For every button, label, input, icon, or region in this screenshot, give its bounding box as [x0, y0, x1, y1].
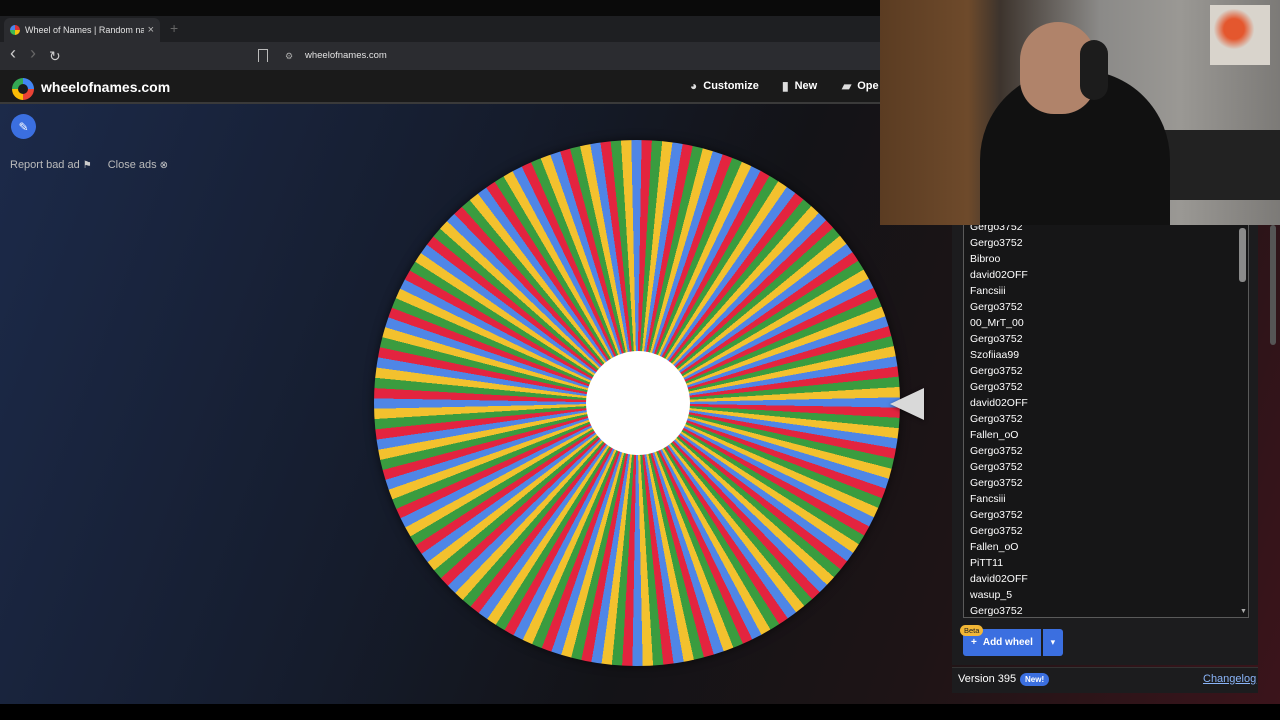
- forward-arrow-icon[interactable]: ›: [30, 44, 36, 62]
- report-bad-ad-link[interactable]: Report bad ad ⚑: [10, 159, 92, 171]
- url-field[interactable]: wheelofnames.com: [305, 50, 387, 61]
- entry-line: Gergo3752: [970, 381, 1023, 393]
- entry-line: wasup_5: [970, 589, 1013, 601]
- bookmark-icon[interactable]: [258, 49, 268, 62]
- beta-badge: Beta: [960, 625, 984, 636]
- entry-line: Fancsiii: [970, 285, 1006, 297]
- close-ads-label: Close ads: [107, 159, 157, 171]
- screen: Wheel of Names | Random nam × + ‹ › ↻ ⚙ …: [0, 0, 1280, 720]
- entry-line: Gergo3752: [970, 605, 1023, 617]
- back-arrow-icon[interactable]: ‹: [10, 44, 16, 62]
- entry-line: Gergo3752: [970, 445, 1023, 457]
- entries-list: Gergo3752 Gergo3752 Bibroo david02OFF Fancsi…: [964, 225, 1248, 617]
- entry-line: Fallen_oO: [970, 541, 1019, 553]
- entry-line: Gergo3752: [970, 477, 1023, 489]
- entry-line: Gergo3752: [970, 365, 1023, 377]
- wheel-favicon-icon: [10, 25, 20, 35]
- open-button[interactable]: ▰ Ope: [842, 79, 879, 93]
- open-label: Ope: [857, 80, 879, 92]
- changelog-link[interactable]: Changelog: [1203, 673, 1256, 685]
- new-label: New: [794, 80, 818, 92]
- palette-icon: ◕: [690, 79, 698, 93]
- close-tab-icon[interactable]: ×: [148, 24, 154, 36]
- entry-line: Gergo3752: [970, 237, 1023, 249]
- entry-line: Gergo3752: [970, 413, 1023, 425]
- new-tab-button[interactable]: +: [170, 20, 178, 36]
- customize-label: Customize: [703, 80, 759, 92]
- close-ads-link[interactable]: Close ads ⊗: [108, 159, 168, 171]
- wheel-center-hub[interactable]: [586, 351, 690, 455]
- new-badge: New!: [1020, 673, 1050, 686]
- entry-line: Bibroo: [970, 253, 1001, 265]
- new-button[interactable]: ▮ New: [782, 79, 817, 93]
- reload-icon[interactable]: ↻: [49, 47, 61, 65]
- site-info-icon[interactable]: ⚙: [285, 51, 293, 62]
- wall-art: [1210, 5, 1270, 65]
- ad-links: Report bad ad ⚑ Close ads ⊗: [10, 159, 168, 171]
- add-wheel-label: Add wheel: [982, 637, 1033, 648]
- close-circle-icon: ⊗: [159, 160, 168, 171]
- add-wheel-dropdown[interactable]: ▾: [1042, 629, 1063, 656]
- wheel-logo-icon[interactable]: [12, 78, 34, 100]
- entry-line: Fancsiii: [970, 493, 1006, 505]
- entries-textarea[interactable]: Gergo3752 Gergo3752 Bibroo david02OFF Fancsi…: [963, 225, 1249, 618]
- entry-line: PiTT11: [970, 557, 1004, 569]
- version-label: Version 395: [958, 673, 1017, 685]
- caret-down-icon: ▾: [1050, 637, 1056, 647]
- entry-line: Gergo3752: [970, 225, 1023, 233]
- folder-icon: ▰: [842, 79, 852, 93]
- report-bad-ad-label: Report bad ad: [10, 159, 80, 171]
- bottom-bar: [0, 704, 1280, 720]
- flag-icon: ⚑: [82, 160, 92, 171]
- entry-line: david02OFF: [970, 397, 1028, 409]
- page-scrollbar[interactable]: [1270, 225, 1276, 345]
- customize-button[interactable]: ◕ Customize: [690, 79, 759, 93]
- entry-line: Gergo3752: [970, 301, 1023, 313]
- file-icon: ▮: [782, 79, 789, 93]
- entry-line: 00_MrT_00: [970, 317, 1024, 329]
- plus-icon: +: [971, 637, 977, 648]
- entry-line: Gergo3752: [970, 509, 1023, 521]
- tab-title: Wheel of Names | Random nam: [25, 25, 144, 35]
- entry-line: Gergo3752: [970, 461, 1023, 473]
- browser-tab[interactable]: Wheel of Names | Random nam ×: [4, 18, 160, 42]
- entry-line: Szofiiaa99: [970, 349, 1020, 361]
- wheel-pointer-icon: [890, 388, 924, 420]
- entry-line: david02OFF: [970, 269, 1028, 281]
- entry-line: Fallen_oO: [970, 429, 1019, 441]
- entry-line: Gergo3752: [970, 333, 1023, 345]
- headset-icon: [1080, 40, 1108, 100]
- webcam-overlay: [880, 0, 1280, 225]
- site-name[interactable]: wheelofnames.com: [41, 79, 170, 95]
- scroll-down-arrow-icon[interactable]: ▼: [1240, 608, 1247, 615]
- edit-pencil-button[interactable]: ✎: [11, 114, 36, 139]
- entry-line: david02OFF: [970, 573, 1028, 585]
- entries-scrollbar[interactable]: [1239, 228, 1246, 282]
- entry-line: Gergo3752: [970, 525, 1023, 537]
- pencil-icon: ✎: [18, 119, 29, 134]
